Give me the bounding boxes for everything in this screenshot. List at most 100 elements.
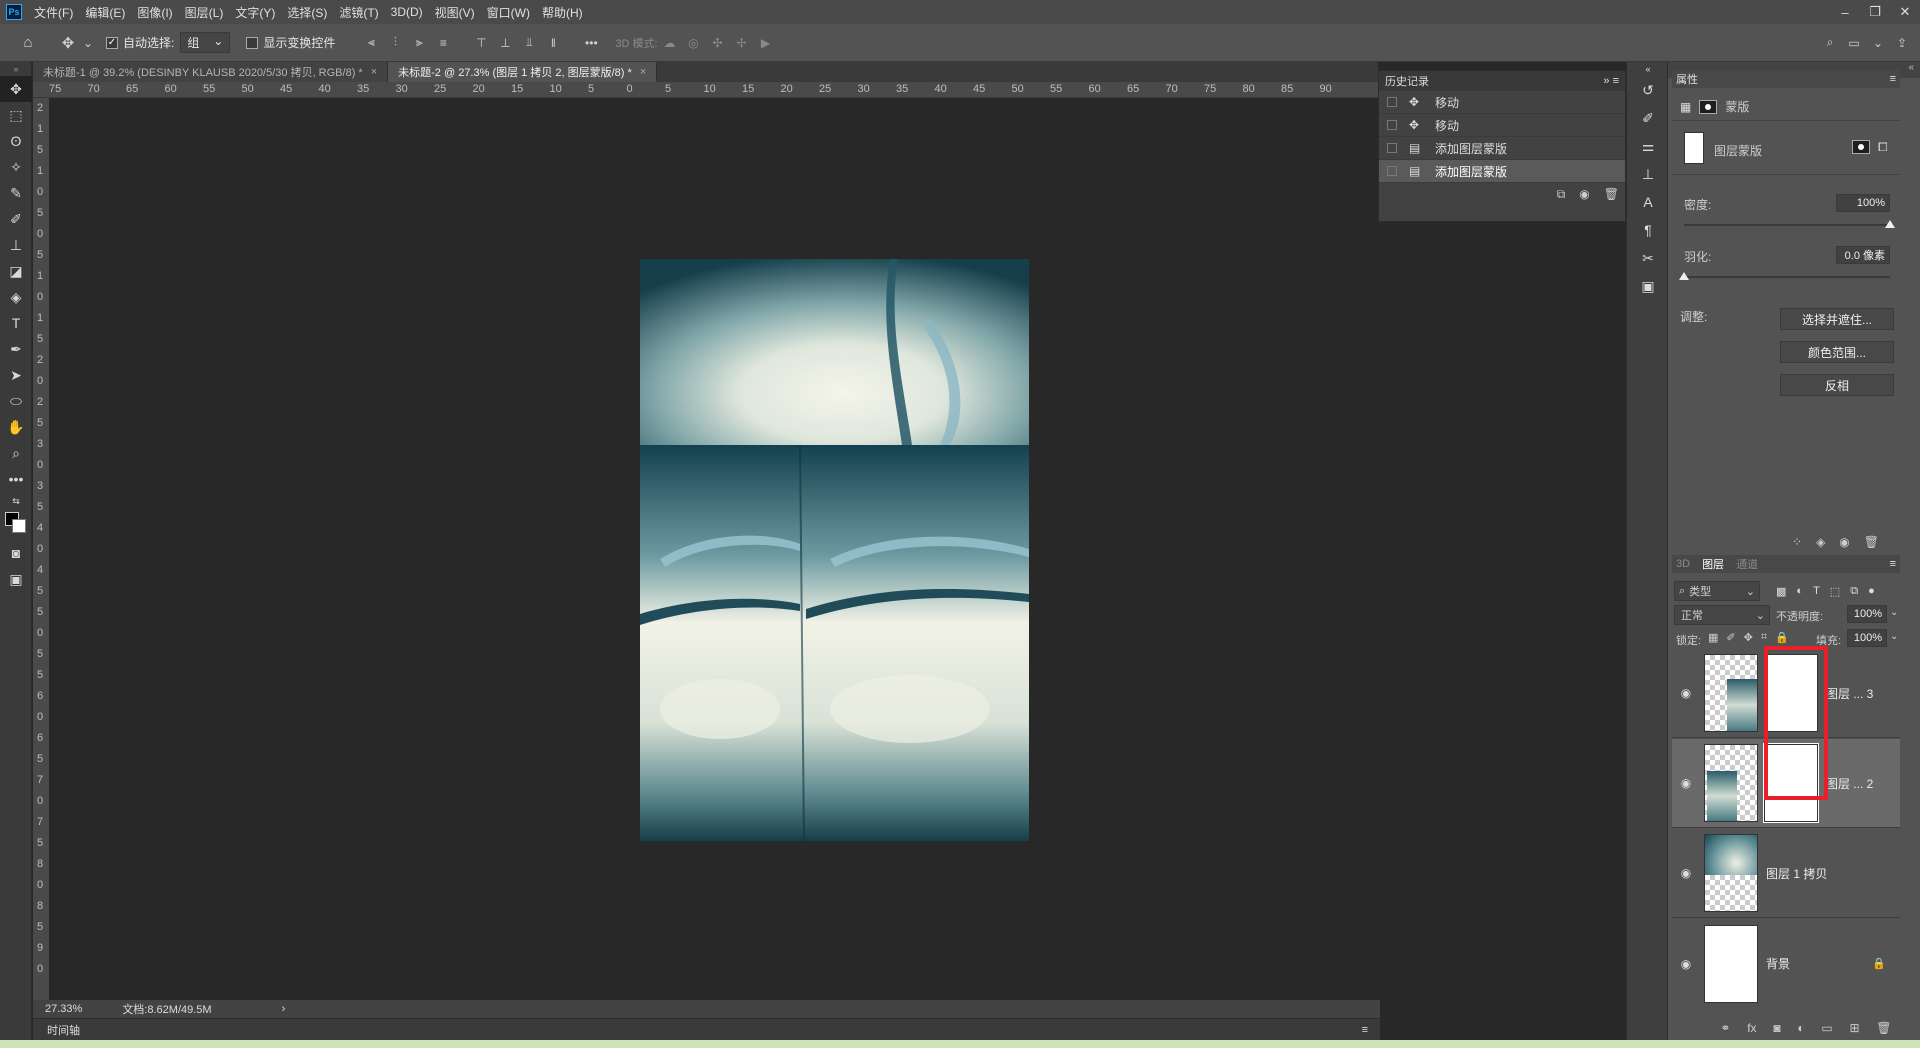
- quick-mask-icon[interactable]: ◙: [0, 540, 32, 566]
- pen-tool-icon[interactable]: ✒: [0, 336, 32, 362]
- orbit-3d-icon[interactable]: ☁: [662, 35, 678, 51]
- menu-type[interactable]: 文字(Y): [229, 4, 281, 21]
- lock-pixels-icon[interactable]: ✐: [1726, 631, 1735, 644]
- history-panel-icon[interactable]: ↺: [1627, 76, 1669, 104]
- brush-tool-icon[interactable]: ✐: [0, 206, 32, 232]
- properties-title[interactable]: 属性: [1676, 71, 1698, 87]
- apply-mask-icon[interactable]: ◈: [1816, 535, 1825, 549]
- trash-icon[interactable]: 🗑: [1604, 187, 1619, 201]
- camera-icon[interactable]: ◉: [1579, 187, 1589, 201]
- layer-thumbnail[interactable]: [1704, 744, 1758, 822]
- move-tool-icon[interactable]: ✥: [0, 76, 32, 102]
- visibility-icon[interactable]: ◉: [1672, 866, 1700, 880]
- new-document-icon[interactable]: ⧉: [1557, 187, 1566, 202]
- layer-name[interactable]: 图层 ... 3: [1826, 685, 1873, 702]
- minimize-icon[interactable]: –: [1830, 0, 1860, 24]
- menu-icon[interactable]: ≡: [1362, 1024, 1368, 1036]
- tab-document-1[interactable]: 未标题-1 @ 39.2% (DESINBY KLAUSB 2020/5/30 …: [33, 62, 389, 82]
- screen-mode-icon[interactable]: ▣: [0, 566, 32, 592]
- slide-3d-icon[interactable]: ✢: [734, 35, 750, 51]
- home-icon[interactable]: ⌂: [20, 34, 36, 51]
- background-color[interactable]: [12, 519, 26, 533]
- feather-slider-handle[interactable]: [1679, 272, 1689, 280]
- shape-tool-icon[interactable]: ⬭: [0, 388, 32, 414]
- lock-artboard-icon[interactable]: ⌗: [1761, 631, 1767, 644]
- visibility-icon[interactable]: ◉: [1672, 776, 1700, 790]
- adjustments-icon[interactable]: ⚌: [1627, 132, 1669, 160]
- chevron-down-icon[interactable]: ⌄: [1870, 35, 1886, 51]
- color-range-button[interactable]: 颜色范围...: [1780, 341, 1894, 363]
- align-right-icon[interactable]: ⫸: [411, 35, 427, 51]
- adjustment-layer-icon[interactable]: ◐: [1797, 1021, 1804, 1035]
- align-center-icon[interactable]: ⫶: [387, 35, 403, 51]
- layer-name[interactable]: 背景: [1766, 955, 1790, 972]
- filter-toggle-icon[interactable]: ●: [1868, 585, 1875, 598]
- collapse-icon[interactable]: «: [1627, 62, 1669, 76]
- snapshot-checkbox[interactable]: [1387, 120, 1397, 130]
- visibility-icon[interactable]: ◉: [1672, 686, 1700, 700]
- smart-object-filter-icon[interactable]: ⧉: [1850, 585, 1858, 598]
- load-selection-icon[interactable]: ⁘: [1792, 535, 1802, 549]
- distribute-vertical-icon[interactable]: ‖: [545, 35, 561, 51]
- pixel-filter-icon[interactable]: ▩: [1776, 585, 1786, 598]
- document-canvas[interactable]: [640, 259, 1029, 841]
- new-layer-icon[interactable]: ⊞: [1849, 1021, 1859, 1035]
- visibility-icon[interactable]: ◉: [1672, 957, 1700, 971]
- visibility-icon[interactable]: ◉: [1839, 535, 1849, 549]
- more-icon[interactable]: •••: [583, 35, 599, 51]
- clone-source-icon[interactable]: ⊥: [1627, 160, 1669, 188]
- menu-view[interactable]: 视图(V): [429, 4, 481, 21]
- path-select-icon[interactable]: ➤: [0, 362, 32, 388]
- feather-field[interactable]: 0.0 像素: [1836, 246, 1890, 264]
- blend-mode-dropdown[interactable]: 正常 ⌄: [1674, 605, 1770, 625]
- density-slider-handle[interactable]: [1885, 220, 1895, 228]
- lock-all-icon[interactable]: 🔒: [1775, 631, 1789, 644]
- snapshot-checkbox[interactable]: [1387, 166, 1397, 176]
- layer-row[interactable]: ◉ 图层 1 拷贝: [1672, 829, 1900, 918]
- pan-3d-icon[interactable]: ✣: [710, 35, 726, 51]
- menu-icon[interactable]: ≡: [1890, 558, 1896, 570]
- trash-icon[interactable]: 🗑: [1864, 535, 1879, 549]
- history-item[interactable]: ✥ 移动: [1379, 114, 1625, 137]
- layer-thumbnail[interactable]: [1704, 834, 1758, 912]
- close-icon[interactable]: ×: [371, 66, 377, 78]
- tools-preset-icon[interactable]: ✂: [1627, 244, 1669, 272]
- align-bottom-icon[interactable]: ⫫: [521, 35, 537, 51]
- move-tool-icon[interactable]: ✥: [60, 35, 76, 52]
- select-pixel-mask-icon[interactable]: [1852, 140, 1870, 154]
- layer-name[interactable]: 图层 ... 2: [1826, 775, 1873, 792]
- menu-edit[interactable]: 编辑(E): [79, 4, 131, 21]
- tab-channels[interactable]: 通道: [1736, 556, 1758, 572]
- marquee-tool-icon[interactable]: ⬚: [0, 102, 32, 128]
- density-slider[interactable]: [1684, 224, 1890, 226]
- brush-settings-icon[interactable]: ✐: [1627, 104, 1669, 132]
- layer-thumbnail[interactable]: [1704, 924, 1758, 1003]
- history-title[interactable]: 历史记录: [1385, 73, 1429, 89]
- menu-layer[interactable]: 图层(L): [179, 4, 230, 21]
- eyedropper-icon[interactable]: ✎: [0, 180, 32, 206]
- invert-button[interactable]: 反相: [1780, 374, 1894, 396]
- distribute-icon[interactable]: ≡: [435, 35, 451, 51]
- align-top-icon[interactable]: ⊤: [473, 35, 489, 51]
- menu-window[interactable]: 窗口(W): [481, 4, 536, 21]
- menu-image[interactable]: 图像(I): [131, 4, 178, 21]
- shape-filter-icon[interactable]: ⬚: [1830, 585, 1840, 598]
- vector-mask-icon[interactable]: ⧠: [1878, 140, 1888, 155]
- mask-icon[interactable]: [1699, 99, 1718, 114]
- timeline-label[interactable]: 时间轴: [47, 1022, 80, 1038]
- roll-3d-icon[interactable]: ◎: [686, 35, 702, 51]
- select-and-mask-button[interactable]: 选择并遮住...: [1780, 308, 1894, 330]
- tab-layers[interactable]: 图层: [1702, 556, 1724, 572]
- menu-icon[interactable]: ≡: [1890, 73, 1896, 85]
- show-transform-checkbox[interactable]: [246, 36, 259, 49]
- menu-file[interactable]: 文件(F): [28, 4, 79, 21]
- folder-icon[interactable]: ▭: [1821, 1021, 1832, 1035]
- history-item[interactable]: ▤ 添加图层蒙版: [1379, 137, 1625, 160]
- character-icon[interactable]: A: [1627, 188, 1669, 216]
- history-item[interactable]: ✥ 移动: [1379, 91, 1625, 114]
- fill-field[interactable]: 100%: [1847, 629, 1887, 647]
- magic-wand-icon[interactable]: ✧: [0, 154, 32, 180]
- layer-name[interactable]: 图层 1 拷贝: [1766, 865, 1827, 882]
- camera-3d-icon[interactable]: ▶: [758, 35, 774, 51]
- close-icon[interactable]: ✕: [1890, 0, 1920, 24]
